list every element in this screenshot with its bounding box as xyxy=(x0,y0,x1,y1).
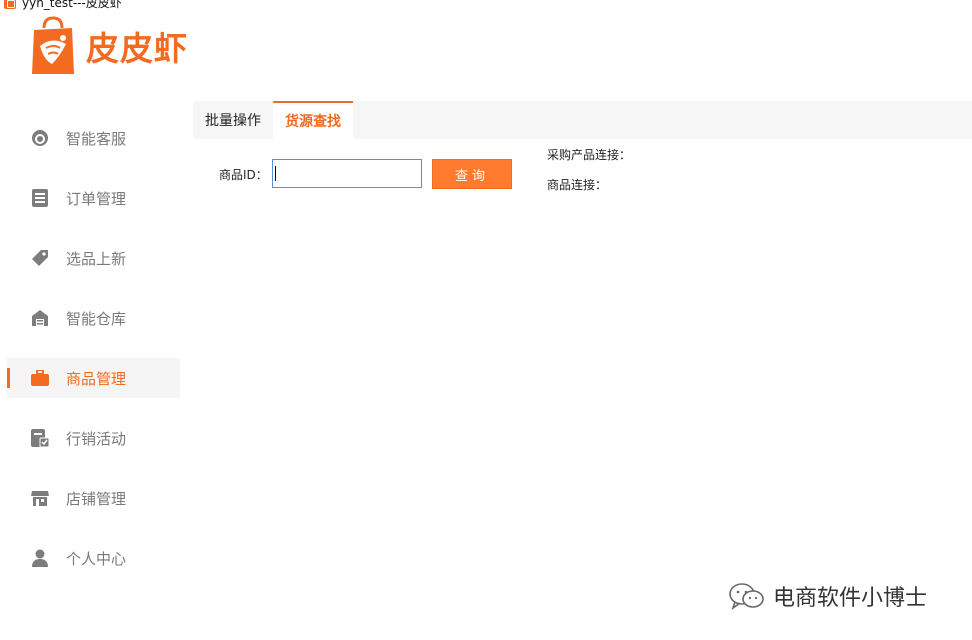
wechat-icon xyxy=(729,583,764,611)
tab-batch-operation[interactable]: 批量操作 xyxy=(193,101,273,139)
briefcase-icon xyxy=(30,368,50,388)
purchase-link-label: 采购产品连接： xyxy=(547,148,632,162)
shopping-bag-logo-icon xyxy=(32,16,74,74)
sidebar-item-label: 订单管理 xyxy=(66,189,127,208)
logo: 皮皮虾 xyxy=(30,16,188,76)
tab-source-search[interactable]: 货源查找 xyxy=(273,101,353,139)
logo-text: 皮皮虾 xyxy=(86,29,188,68)
watermark-text: 电商软件小博士 xyxy=(773,586,928,611)
sidebar-item-label: 智能客服 xyxy=(66,129,127,148)
product-link-label: 商品连接： xyxy=(547,178,608,192)
sidebar-item-product-management[interactable]: 商品管理 xyxy=(7,358,180,398)
sidebar-item-label: 选品上新 xyxy=(66,249,127,268)
headset-icon xyxy=(30,128,50,148)
sidebar-item-label: 商品管理 xyxy=(66,369,127,388)
sidebar-item-product-selection[interactable]: 选品上新 xyxy=(0,238,180,278)
campaign-icon xyxy=(30,428,50,448)
app-icon xyxy=(4,0,16,9)
sidebar-item-orders[interactable]: 订单管理 xyxy=(0,178,180,218)
sidebar-item-store[interactable]: 店铺管理 xyxy=(0,478,180,518)
sidebar-item-personal-center[interactable]: 个人中心 xyxy=(0,538,180,578)
text-caret xyxy=(275,166,276,181)
window-titlebar: yyn_test---皮皮虾 xyxy=(0,0,300,10)
sidebar: 智能客服 订单管理 选品上新 智能仓库 商品管理 行销活动 店铺管理 个人中心 xyxy=(0,118,180,598)
user-icon xyxy=(30,548,50,568)
sidebar-item-label: 行销活动 xyxy=(66,429,127,448)
product-id-label: 商品ID： xyxy=(219,168,268,182)
store-icon xyxy=(30,488,50,508)
sidebar-item-marketing[interactable]: 行销活动 xyxy=(0,418,180,458)
window-title: yyn_test---皮皮虾 xyxy=(22,0,122,10)
sidebar-item-label: 个人中心 xyxy=(66,549,127,568)
sidebar-item-label: 智能仓库 xyxy=(66,309,127,328)
query-button[interactable]: 查询 xyxy=(432,159,512,189)
watermark: 电商软件小博士 xyxy=(727,580,927,612)
tag-icon xyxy=(30,248,50,268)
sidebar-item-warehouse[interactable]: 智能仓库 xyxy=(0,298,180,338)
product-id-input[interactable] xyxy=(272,159,422,188)
sidebar-item-label: 店铺管理 xyxy=(66,489,127,508)
tab-bar: 批量操作 货源查找 xyxy=(193,101,972,139)
warehouse-icon xyxy=(30,308,50,328)
order-list-icon xyxy=(30,188,50,208)
sidebar-item-smart-service[interactable]: 智能客服 xyxy=(0,118,180,158)
